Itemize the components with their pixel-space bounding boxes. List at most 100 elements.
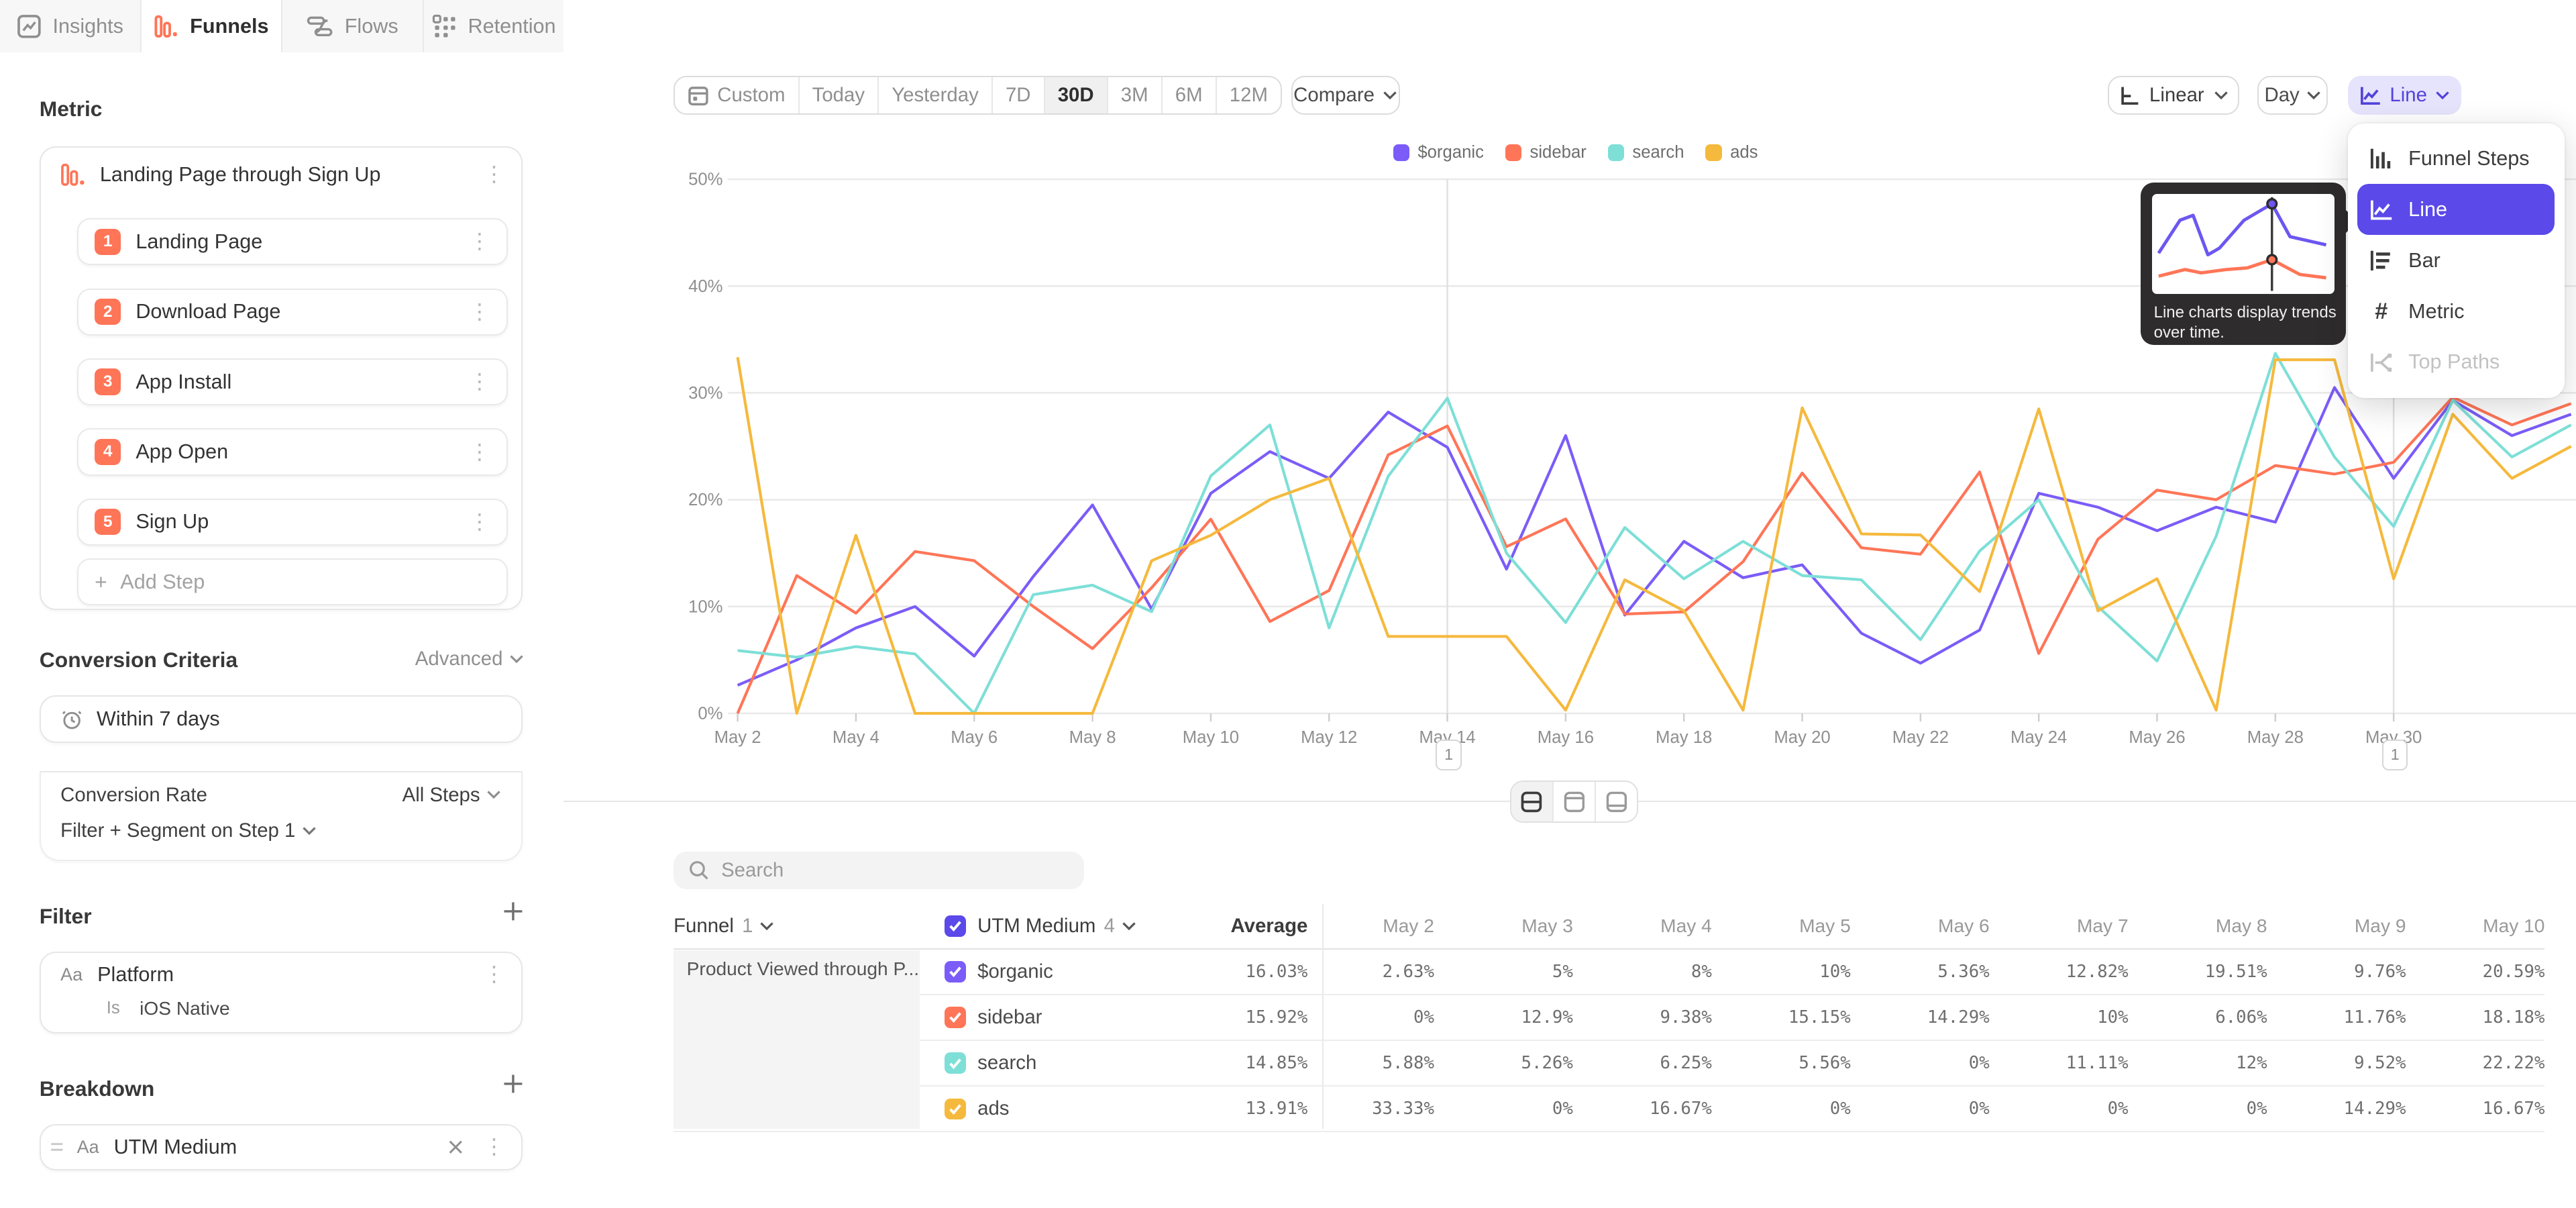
- legend-item-ads[interactable]: ads: [1705, 143, 1758, 162]
- date-column-header[interactable]: May 10: [2407, 904, 2545, 948]
- menu-item-line[interactable]: Line: [2357, 184, 2555, 235]
- range-7d[interactable]: 7D: [993, 77, 1045, 114]
- tab-funnels[interactable]: Funnels: [142, 0, 283, 54]
- add-filter-button[interactable]: [502, 899, 524, 929]
- date-column-header[interactable]: May 9: [2268, 904, 2406, 948]
- date-column-header[interactable]: May 3: [1435, 904, 1573, 948]
- funnel-step-5[interactable]: 5Sign Up⋮: [77, 499, 508, 546]
- date-column-header[interactable]: May 7: [1990, 904, 2129, 948]
- annotation-chip-may14[interactable]: 1: [1436, 740, 1461, 770]
- tooltip-text: Line charts display trends over time.: [2154, 303, 2343, 344]
- series-cell[interactable]: sidebar: [945, 995, 1138, 1040]
- funnel-header-label: Funnel: [674, 915, 734, 938]
- funnel-group-cell[interactable]: Product Viewed through P...: [674, 950, 920, 1129]
- date-column-header[interactable]: May 6: [1851, 904, 1990, 948]
- filter-operator[interactable]: Is: [107, 999, 120, 1018]
- all-steps-dropdown[interactable]: All Steps: [402, 784, 502, 807]
- funnel-column-header[interactable]: Funnel 1: [674, 904, 920, 948]
- range-label: Custom: [717, 84, 785, 107]
- filter-card[interactable]: Aa Platform ⋮ Is iOS Native: [40, 952, 523, 1034]
- cell-value: 16.67%: [1574, 1087, 1712, 1131]
- cell-value: 0%: [1851, 1087, 1990, 1131]
- legend-item-search[interactable]: search: [1608, 143, 1684, 162]
- select-all-checkbox[interactable]: [945, 915, 966, 937]
- table-row-search: search14.85%5.88%5.26%6.25%5.56%0%11.11%…: [674, 1041, 2544, 1087]
- step-kebab-icon[interactable]: ⋮: [469, 231, 490, 252]
- cell-value: 2.63%: [1296, 950, 1434, 994]
- legend-item-sidebar[interactable]: sidebar: [1505, 143, 1587, 162]
- all-steps-label: All Steps: [402, 784, 480, 807]
- range-custom[interactable]: Custom: [675, 77, 799, 114]
- funnel-step-3[interactable]: 3App Install⋮: [77, 358, 508, 405]
- funnel-metric-icon: [60, 162, 85, 187]
- funnel-kebab-icon[interactable]: ⋮: [483, 164, 504, 185]
- range-today[interactable]: Today: [800, 77, 879, 114]
- svg-text:May 20: May 20: [1774, 728, 1830, 747]
- range-30d[interactable]: 30D: [1045, 77, 1108, 114]
- granularity-dropdown[interactable]: Day: [2257, 76, 2328, 115]
- cell-value: 20.59%: [2407, 950, 2545, 994]
- tab-insights[interactable]: Insights: [0, 0, 142, 52]
- date-column-header[interactable]: May 8: [2129, 904, 2267, 948]
- step-kebab-icon[interactable]: ⋮: [469, 371, 490, 393]
- series-cell[interactable]: ads: [945, 1087, 1138, 1131]
- step-kebab-icon[interactable]: ⋮: [469, 301, 490, 323]
- search-input[interactable]: Search: [674, 852, 1084, 889]
- tab-flows[interactable]: Flows: [282, 0, 424, 52]
- cell-value: 5.36%: [1851, 950, 1990, 994]
- funnel-step-2[interactable]: 2Download Page⋮: [77, 289, 508, 336]
- add-breakdown-button[interactable]: [502, 1072, 524, 1101]
- filter-value[interactable]: iOS Native: [140, 998, 230, 1019]
- series-checkbox[interactable]: [945, 961, 966, 983]
- funnel-step-4[interactable]: 4App Open⋮: [77, 428, 508, 475]
- cell-value: 0%: [1851, 1041, 1990, 1085]
- conversion-window[interactable]: Within 7 days: [40, 695, 523, 743]
- compare-button[interactable]: Compare: [1291, 76, 1400, 115]
- average-value: 14.85%: [1134, 1041, 1308, 1085]
- step-kebab-icon[interactable]: ⋮: [469, 442, 490, 463]
- scale-dropdown[interactable]: Linear: [2108, 76, 2239, 115]
- layout-chart-button[interactable]: [1554, 782, 1596, 821]
- range-yesterday[interactable]: Yesterday: [879, 77, 993, 114]
- series-cell[interactable]: search: [945, 1041, 1138, 1085]
- breakdown-kebab-icon[interactable]: ⋮: [483, 1136, 504, 1158]
- remove-breakdown-icon[interactable]: [447, 1139, 464, 1155]
- series-checkbox[interactable]: [945, 1099, 966, 1120]
- date-column-header[interactable]: May 2: [1296, 904, 1434, 948]
- tab-retention[interactable]: Retention: [424, 0, 566, 52]
- average-column-header[interactable]: Average: [1134, 904, 1308, 948]
- add-step-label: Add Step: [120, 570, 205, 594]
- date-column-header[interactable]: May 5: [1713, 904, 1851, 948]
- column-separator: [1322, 904, 1324, 1129]
- menu-item-funnel-steps[interactable]: Funnel Steps: [2357, 133, 2555, 184]
- series-cell[interactable]: $organic: [945, 950, 1138, 994]
- menu-item-top-paths[interactable]: Top Paths: [2357, 337, 2555, 388]
- step-label: Sign Up: [136, 510, 469, 534]
- drag-handle-icon[interactable]: [50, 1142, 64, 1153]
- conversion-criteria-heading: Conversion Criteria: [40, 648, 237, 672]
- menu-item-bar[interactable]: Bar: [2357, 235, 2555, 286]
- chart-type-dropdown[interactable]: Line: [2348, 76, 2461, 115]
- filter-kebab-icon[interactable]: ⋮: [483, 964, 504, 985]
- range-12m[interactable]: 12M: [1217, 77, 1281, 114]
- date-column-header[interactable]: May 4: [1574, 904, 1712, 948]
- add-step-button[interactable]: + Add Step: [77, 558, 508, 605]
- range-6m[interactable]: 6M: [1163, 77, 1217, 114]
- filter-property-label: Platform: [97, 963, 483, 987]
- layout-table-button[interactable]: [1596, 782, 1637, 821]
- step-kebab-icon[interactable]: ⋮: [469, 511, 490, 533]
- breakdown-card[interactable]: Aa UTM Medium ⋮: [40, 1124, 523, 1170]
- series-checkbox[interactable]: [945, 1007, 966, 1028]
- funnel-step-1[interactable]: 1Landing Page⋮: [77, 218, 508, 265]
- filter-segment-dropdown[interactable]: Filter + Segment on Step 1: [41, 807, 521, 843]
- series-checkbox[interactable]: [945, 1052, 966, 1074]
- range-3m[interactable]: 3M: [1108, 77, 1163, 114]
- advanced-dropdown[interactable]: Advanced: [415, 648, 524, 670]
- legend-item-organic[interactable]: $organic: [1393, 143, 1484, 162]
- layout-split-button[interactable]: [1511, 782, 1554, 821]
- annotation-chip-may30[interactable]: 1: [2382, 740, 2408, 770]
- toppaths-icon: [2369, 350, 2394, 375]
- breakdown-column-header[interactable]: UTM Medium 4: [945, 904, 1138, 948]
- menu-item-metric[interactable]: #Metric: [2357, 286, 2555, 337]
- funnel-title-row[interactable]: Landing Page through Sign Up ⋮: [41, 148, 521, 200]
